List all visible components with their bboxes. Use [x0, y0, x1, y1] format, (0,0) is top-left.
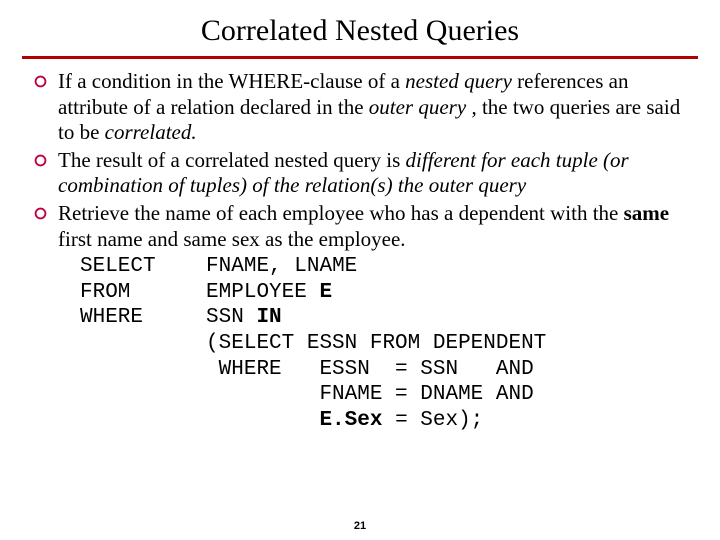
- sql-text: WHERE ESSN = SSN AND: [206, 358, 534, 381]
- sql-text: (SELECT ESSN FROM DEPENDENT: [206, 332, 546, 355]
- sql-text: SSN: [206, 306, 256, 329]
- sql-kw: FROM: [80, 281, 130, 304]
- sql-text: FNAME, LNAME: [206, 255, 357, 278]
- text: first name and same sex as the employee.: [58, 227, 406, 251]
- bullet-item: Retrieve the name of each employee who h…: [22, 201, 698, 252]
- sql-code: SELECT FNAME, LNAME FROM EMPLOYEE E WHER…: [80, 254, 698, 433]
- content-area: If a condition in the WHERE-clause of a …: [22, 69, 698, 434]
- bullet-item: The result of a correlated nested query …: [22, 148, 698, 199]
- italic-text: correlated.: [105, 120, 197, 144]
- bullet-item: If a condition in the WHERE-clause of a …: [22, 69, 698, 146]
- sql-ref: E.Sex: [319, 409, 382, 432]
- slide: Correlated Nested Queries If a condition…: [0, 0, 720, 540]
- sql-kw: IN: [256, 306, 281, 329]
- sql-text: EMPLOYEE: [206, 281, 319, 304]
- circle-bullet-icon: [22, 148, 58, 167]
- text: The result of a correlated nested query …: [58, 148, 406, 172]
- circle-bullet-icon: [22, 69, 58, 88]
- bullet-text: Retrieve the name of each employee who h…: [58, 201, 698, 252]
- divider: [22, 56, 698, 59]
- sql-text: FNAME = DNAME AND: [206, 383, 534, 406]
- text: Retrieve the name of each employee who h…: [58, 201, 624, 225]
- slide-title: Correlated Nested Queries: [0, 14, 720, 48]
- sql-kw: WHERE: [80, 306, 143, 329]
- sql-kw: SELECT: [80, 255, 156, 278]
- bullet-text: The result of a correlated nested query …: [58, 148, 698, 199]
- text: If a condition in the WHERE-clause of a: [58, 69, 405, 93]
- page-number: 21: [0, 520, 720, 532]
- sql-text: [206, 409, 319, 432]
- italic-text: nested query: [405, 69, 512, 93]
- sql-alias: E: [319, 281, 332, 304]
- sql-text: = Sex);: [382, 409, 483, 432]
- circle-bullet-icon: [22, 201, 58, 220]
- bullet-text: If a condition in the WHERE-clause of a …: [58, 69, 698, 146]
- bold-text: same: [624, 201, 670, 225]
- italic-text: outer query: [369, 95, 466, 119]
